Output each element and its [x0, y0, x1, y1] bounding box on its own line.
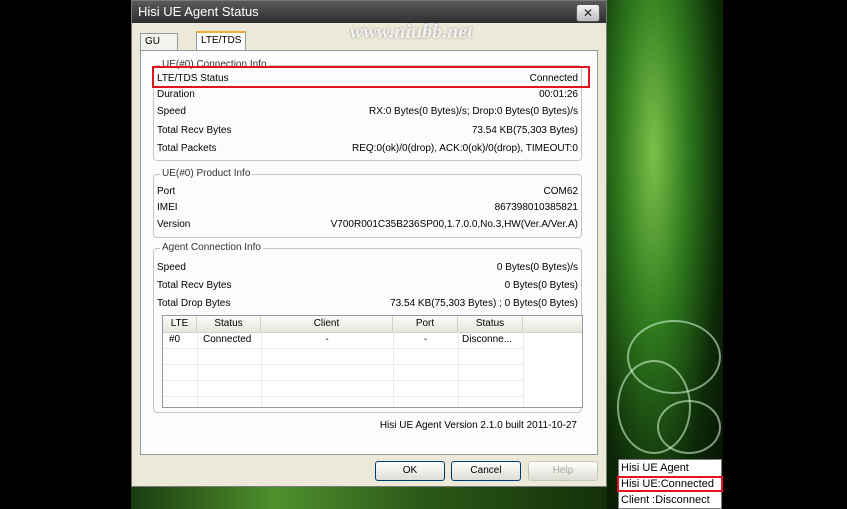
column-header[interactable]: LTE — [163, 316, 197, 332]
row-label: Duration — [157, 89, 195, 100]
desktop-wallpaper — [607, 0, 723, 509]
row-label: IMEI — [157, 202, 178, 213]
cell-port: - — [423, 334, 428, 345]
desktop-wallpaper-strip — [131, 486, 607, 509]
row-value: 0 Bytes(0 Bytes) — [504, 280, 578, 291]
tab-gu-status[interactable]: GU Status — [140, 33, 179, 63]
grid-line — [197, 332, 198, 407]
version-label: Hisi UE Agent Version 2.1.0 built 2011-1… — [379, 420, 577, 431]
tray-menu-item[interactable]: Hisi UE Agent — [621, 461, 689, 476]
title-bar[interactable]: Hisi UE Agent Status ✕ — [132, 1, 606, 23]
grid-line — [163, 380, 523, 381]
row-value: 867398010385821 — [494, 202, 578, 213]
row-value: RX:0 Bytes(0 Bytes)/s; Drop:0 Bytes(0 By… — [369, 106, 578, 117]
row-value: 00:01:26 — [539, 89, 578, 100]
row-value: COM62 — [543, 186, 578, 197]
watermark: www.niubb.net — [350, 21, 473, 43]
wallpaper-streak — [657, 400, 721, 454]
row-label: Total Recv Bytes — [157, 280, 232, 291]
grid-line — [523, 332, 524, 407]
cancel-button[interactable]: Cancel — [451, 461, 521, 481]
info-row: Total Packets REQ:0(ok)/0(drop), ACK:0(ok… — [157, 143, 578, 157]
grid-line — [163, 396, 523, 397]
info-row: Port COM62 — [157, 186, 578, 200]
cell-client: - — [325, 334, 329, 345]
column-header[interactable]: Port — [393, 316, 458, 332]
grid-line — [163, 348, 523, 349]
row-value: REQ:0(ok)/0(drop), ACK:0(ok)/0(drop), TI… — [352, 143, 578, 154]
annotation-highlight-box — [617, 476, 723, 492]
annotation-highlight-box — [152, 66, 590, 88]
agent-connection-group: Agent Connection Info Speed 0 Bytes(0 Byt… — [153, 242, 583, 413]
column-header[interactable]: Client — [261, 316, 393, 332]
close-icon[interactable]: ✕ — [576, 4, 600, 22]
row-label: Total Packets — [157, 143, 217, 154]
group-title: UE(#0) Product Info — [160, 168, 253, 179]
row-label: Speed — [157, 106, 186, 117]
column-header[interactable]: Status — [458, 316, 523, 332]
tray-menu-item[interactable]: Client :Disconnect — [621, 493, 710, 508]
row-label: Port — [157, 186, 176, 197]
grid-line — [458, 332, 459, 407]
info-row: Total Drop Bytes 73.54 KB(75,303 Bytes) ;… — [157, 298, 578, 312]
ok-button[interactable]: OK — [375, 461, 445, 481]
row-label: Version — [157, 219, 191, 230]
tab-lte-tds-status[interactable]: LTE/TDS Status — [196, 31, 247, 62]
info-row: Duration 00:01:26 — [157, 89, 578, 103]
client-table[interactable]: LTE Status Client Port Status #0 Connect… — [162, 315, 583, 408]
row-value: V700R001C35B236SP00,1.7.0.0,No.3,HW(Ver.… — [330, 219, 578, 230]
column-header[interactable]: Status — [197, 316, 261, 332]
row-value: 73.54 KB(75,303 Bytes) ; 0 Bytes(0 Bytes… — [390, 298, 578, 309]
row-label: Total Recv Bytes — [157, 125, 232, 136]
tab-panel: UE(#0) Connection Info LTE/TDS Status Con… — [140, 50, 598, 455]
info-row: Speed RX:0 Bytes(0 Bytes)/s; Drop:0 Bytes… — [157, 106, 578, 120]
info-row: Version V700R001C35B236SP00,1.7.0.0,No.3,… — [157, 219, 578, 233]
info-row: IMEI 867398010385821 — [157, 202, 578, 216]
row-value: 0 Bytes(0 Bytes)/s — [496, 262, 578, 273]
info-row: Total Recv Bytes 73.54 KB(75,303 Bytes) — [157, 125, 578, 139]
info-row: Total Recv Bytes 0 Bytes(0 Bytes) — [157, 280, 578, 294]
info-row: Speed 0 Bytes(0 Bytes)/s — [157, 262, 578, 276]
row-value: 73.54 KB(75,303 Bytes) — [471, 125, 578, 136]
grid-line — [163, 364, 523, 365]
group-title: Agent Connection Info — [160, 242, 263, 253]
row-label: Speed — [157, 262, 186, 273]
cell-status: Connected — [203, 334, 252, 345]
window-title: Hisi UE Agent Status — [138, 4, 259, 19]
row-label: Total Drop Bytes — [157, 298, 231, 309]
table-header: LTE Status Client Port Status — [163, 316, 582, 333]
cell-client-status: Disconne... — [462, 334, 513, 345]
cell-lte: #0 — [169, 334, 181, 345]
help-button[interactable]: Help — [528, 461, 598, 481]
ue-product-group: UE(#0) Product Info Port COM62 IMEI 867398… — [153, 168, 582, 238]
